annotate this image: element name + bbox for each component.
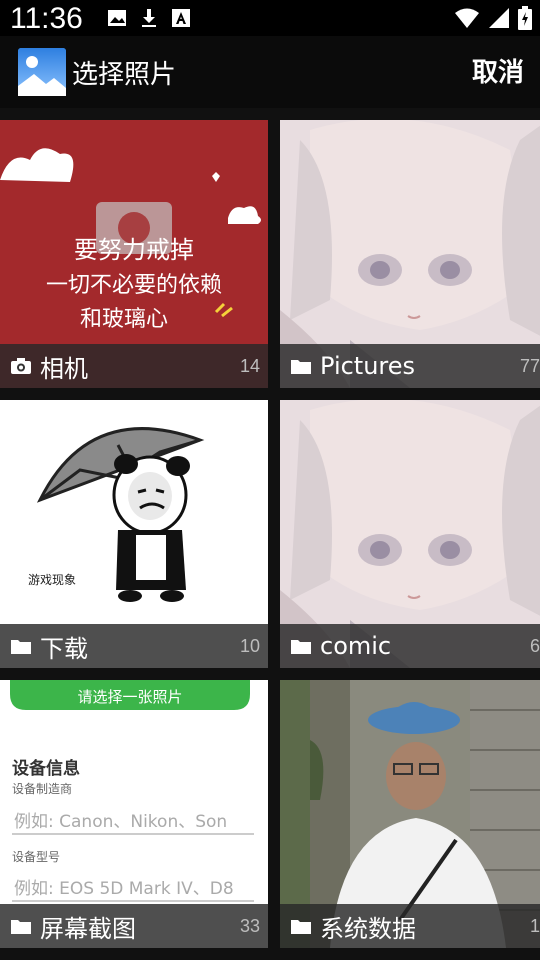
album-tile-comic[interactable]: comic 6 bbox=[280, 400, 540, 668]
image-icon bbox=[108, 10, 126, 26]
thumbnail-text: 例如: Canon、Nikon、Son bbox=[14, 812, 227, 832]
page-title: 选择照片 bbox=[72, 60, 177, 90]
thumbnail-text: 一切不必要的依赖 bbox=[46, 273, 222, 298]
cancel-button[interactable]: 取消 bbox=[472, 52, 524, 89]
album-label-bar: 相机 14 bbox=[0, 344, 268, 388]
album-label-bar: Pictures 77 bbox=[280, 344, 540, 388]
album-tile-download[interactable]: 游戏现象 下载 10 bbox=[0, 400, 268, 668]
album-tile-screenshots[interactable]: 请选择一张照片 设备信息 设备制造商 例如: Canon、Nikon、Son 设… bbox=[0, 680, 268, 948]
album-count: 33 bbox=[239, 915, 260, 936]
thumbnail-text: 和玻璃心 bbox=[80, 307, 168, 332]
status-time: 11:36 bbox=[10, 2, 83, 35]
album-tile-pictures[interactable]: Pictures 77 bbox=[280, 120, 540, 388]
album-name: Pictures bbox=[320, 352, 416, 380]
folder-icon bbox=[11, 920, 31, 934]
folder-icon bbox=[11, 640, 31, 654]
font-icon bbox=[172, 9, 190, 27]
album-name: 屏幕截图 bbox=[40, 914, 136, 943]
album-name: 相机 bbox=[40, 354, 88, 383]
album-label-bar: 下载 10 bbox=[0, 624, 268, 668]
signal-icon bbox=[489, 8, 509, 28]
album-count: 1 bbox=[529, 915, 540, 936]
battery-icon bbox=[518, 6, 532, 30]
thumbnail-text: 请选择一张照片 bbox=[77, 688, 182, 706]
camera-icon bbox=[11, 358, 31, 374]
folder-icon bbox=[291, 360, 311, 374]
folder-icon bbox=[291, 640, 311, 654]
album-name: comic bbox=[320, 632, 392, 660]
album-grid: 要努力戒掉 一切不必要的依赖 和玻璃心 相机 14 Pictures 77 游戏… bbox=[0, 120, 540, 960]
album-label-bar: comic 6 bbox=[280, 624, 540, 668]
gallery-logo-icon bbox=[18, 48, 66, 96]
thumbnail-text: 设备信息 bbox=[12, 758, 80, 779]
status-bar: 11:36 bbox=[0, 0, 540, 36]
wifi-icon bbox=[455, 8, 479, 28]
thumbnail-text: 游戏现象 bbox=[28, 573, 76, 587]
thumbnail-text: 设备制造商 bbox=[12, 781, 72, 796]
album-count: 10 bbox=[239, 635, 260, 656]
album-count: 77 bbox=[519, 355, 540, 376]
thumbnail-text: 例如: EOS 5D Mark IV、D8 bbox=[14, 879, 234, 899]
download-icon bbox=[142, 9, 156, 27]
thumbnail-text: 要努力戒掉 bbox=[74, 236, 194, 264]
thumbnail-text: 设备型号 bbox=[12, 850, 60, 864]
app-bar: 选择照片 取消 bbox=[0, 36, 540, 108]
album-label-bar: 屏幕截图 33 bbox=[0, 904, 268, 948]
album-label-bar: 系统数据 1 bbox=[280, 904, 540, 948]
album-tile-system-data[interactable]: 系统数据 1 bbox=[280, 680, 540, 948]
album-count: 14 bbox=[239, 355, 260, 376]
album-name: 下载 bbox=[40, 634, 88, 663]
album-count: 6 bbox=[529, 635, 540, 656]
album-tile-camera[interactable]: 要努力戒掉 一切不必要的依赖 和玻璃心 相机 14 bbox=[0, 120, 268, 388]
album-name: 系统数据 bbox=[320, 914, 416, 943]
folder-icon bbox=[291, 920, 311, 934]
